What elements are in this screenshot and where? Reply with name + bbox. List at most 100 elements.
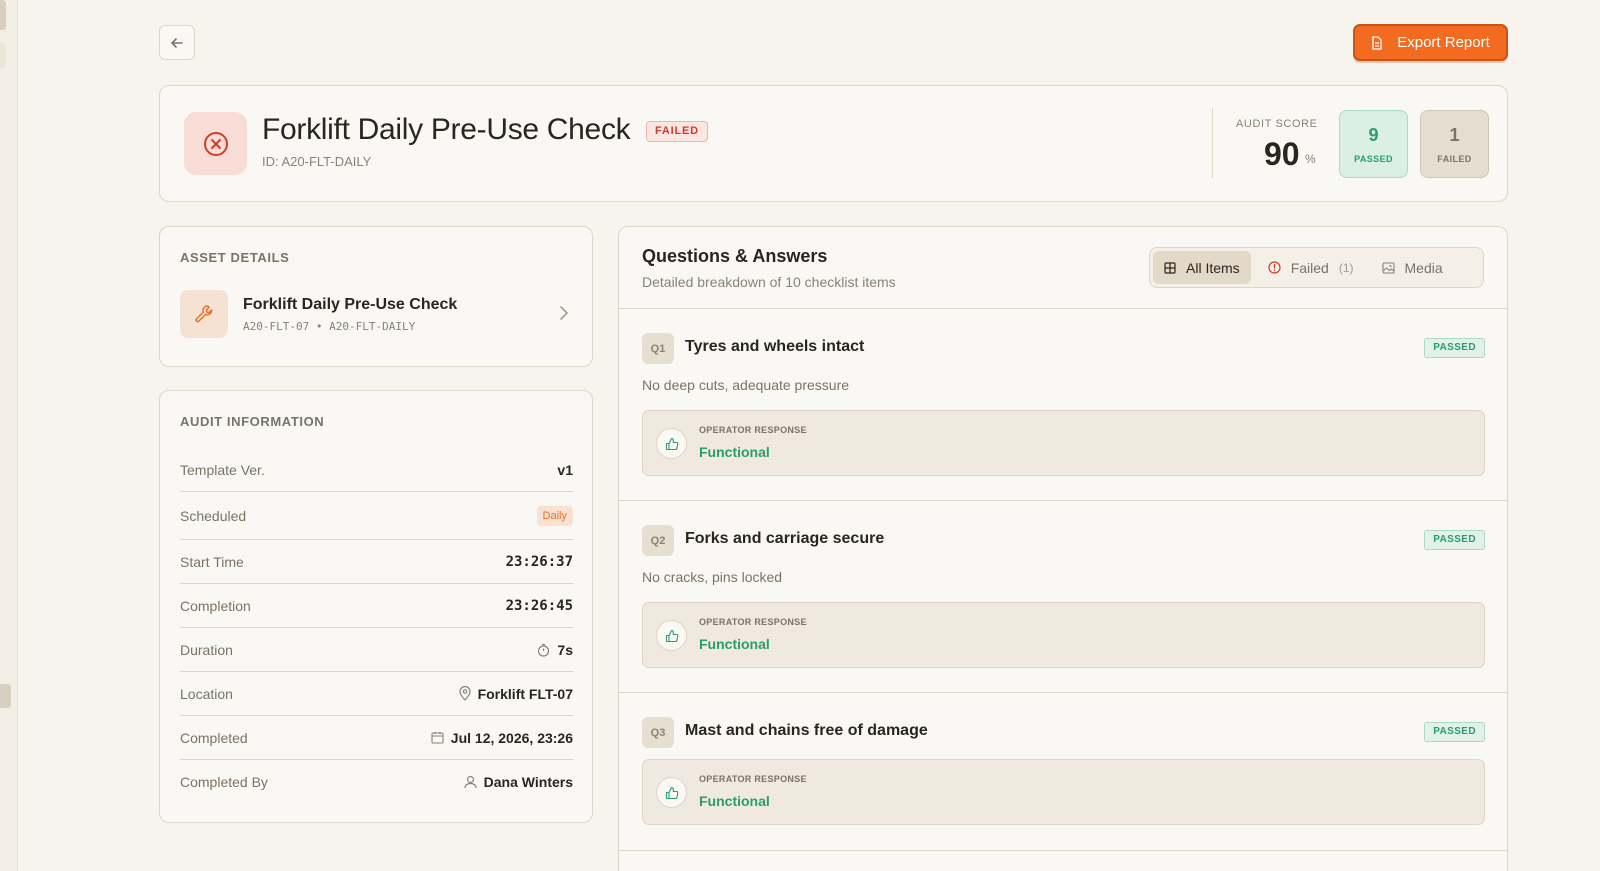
thumbs-up-icon <box>656 620 687 651</box>
response-label: OPERATOR RESPONSE <box>699 774 807 784</box>
info-key: Template Ver. <box>180 461 265 478</box>
info-row-duration: Duration 7s <box>180 628 573 672</box>
response-value: Functional <box>699 636 770 652</box>
qa-subtitle: Detailed breakdown of 10 checklist items <box>642 274 896 290</box>
grid-icon <box>1164 261 1176 274</box>
question-number: Q3 <box>642 717 674 748</box>
passed-label: PASSED <box>1354 153 1393 164</box>
qa-title: Questions & Answers <box>642 246 828 266</box>
response-label: OPERATOR RESPONSE <box>699 425 807 435</box>
divider <box>619 500 1507 501</box>
audit-score-value: 90 <box>1264 136 1300 172</box>
failed-stat: 1 FAILED <box>1420 110 1489 178</box>
audit-id: ID: A20-FLT-DAILY <box>262 154 372 169</box>
asset-icon-badge <box>180 290 228 338</box>
rail-tab[interactable] <box>0 42 6 68</box>
info-key: Location <box>180 685 233 702</box>
info-value: 23:26:37 <box>505 553 573 570</box>
info-value: Jul 12, 2026, 23:26 <box>450 729 573 746</box>
info-key: Completed <box>180 729 248 746</box>
tab-media[interactable]: Media <box>1371 251 1454 284</box>
section-label: ASSET DETAILS <box>180 250 290 265</box>
tab-all-items[interactable]: All Items <box>1153 251 1251 284</box>
failed-count: 1 <box>1449 124 1460 145</box>
divider <box>1212 108 1213 178</box>
tab-failed[interactable]: Failed (1) <box>1257 251 1365 284</box>
question-status-badge: PASSED <box>1424 722 1485 742</box>
operator-response: OPERATOR RESPONSE Functional <box>642 602 1485 668</box>
divider <box>619 692 1507 693</box>
info-value: 23:26:45 <box>505 597 573 614</box>
response-label: OPERATOR RESPONSE <box>699 617 807 627</box>
questions-answers-card: Questions & Answers Detailed breakdown o… <box>618 226 1508 871</box>
wrench-icon <box>195 305 213 323</box>
response-value: Functional <box>699 793 770 809</box>
question-item: Q1 Tyres and wheels intact PASSED No dee… <box>642 333 1485 483</box>
question-status-badge: PASSED <box>1424 530 1485 550</box>
asset-name: Forklift Daily Pre-Use Check <box>243 296 458 313</box>
tab-label: All Items <box>1186 259 1240 276</box>
info-row-location: Location Forklift FLT-07 <box>180 672 573 716</box>
question-number: Q2 <box>642 525 674 556</box>
info-value: v1 <box>557 461 573 478</box>
passed-count: 9 <box>1368 124 1379 145</box>
page-title: Forklift Daily Pre-Use Check <box>262 113 631 146</box>
chevron-right-icon <box>560 306 569 320</box>
status-badge: FAILED <box>646 121 708 142</box>
tab-label: Media <box>1404 259 1443 276</box>
info-key: Scheduled <box>180 507 247 524</box>
calendar-icon <box>431 732 444 744</box>
info-row-template-version: Template Ver. v1 <box>180 448 573 492</box>
question-title: Tyres and wheels intact <box>685 338 865 355</box>
info-key: Completion <box>180 597 251 614</box>
section-label: AUDIT INFORMATION <box>180 414 325 429</box>
thumbs-up-icon <box>656 777 687 808</box>
passed-stat: 9 PASSED <box>1339 110 1408 178</box>
divider <box>619 308 1507 309</box>
thumbs-up-icon <box>656 428 687 459</box>
rail-active-tab[interactable] <box>0 684 11 708</box>
back-button[interactable] <box>159 25 195 60</box>
export-report-button[interactable]: Export Report <box>1353 24 1508 61</box>
status-icon-badge <box>184 112 247 175</box>
image-icon <box>1381 261 1395 274</box>
question-item: Q2 Forks and carriage secure PASSED No c… <box>642 525 1485 675</box>
response-value: Functional <box>699 444 770 460</box>
rail-tab[interactable] <box>0 0 6 30</box>
audit-information-card: AUDIT INFORMATION Template Ver. v1 Sched… <box>159 390 593 823</box>
question-number: Q1 <box>642 333 674 364</box>
divider <box>619 850 1507 851</box>
alert-circle-icon <box>1268 261 1281 274</box>
info-value: 7s <box>557 641 573 658</box>
question-title: Forks and carriage secure <box>685 530 885 547</box>
audit-score-label: AUDIT SCORE <box>1236 118 1318 130</box>
x-circle-icon <box>203 131 228 156</box>
question-title: Mast and chains free of damage <box>685 722 928 739</box>
tab-label: Failed <box>1290 259 1329 276</box>
info-row-completed: Completed Jul 12, 2026, 23:26 <box>180 716 573 760</box>
info-value: Forklift FLT-07 <box>477 685 573 702</box>
operator-response: OPERATOR RESPONSE Functional <box>642 759 1485 825</box>
tab-count: (1) <box>1338 260 1354 275</box>
question-description: No cracks, pins locked <box>642 569 783 585</box>
operator-response: OPERATOR RESPONSE Functional <box>642 410 1485 476</box>
question-item: Q3 Mast and chains free of damage PASSED… <box>642 717 1485 827</box>
stopwatch-icon <box>538 643 550 657</box>
info-value: Dana Winters <box>483 774 573 790</box>
main-content: Export Report Forklift Daily Pre-Use Che… <box>18 0 1600 871</box>
info-key: Start Time <box>180 553 244 570</box>
asset-link[interactable]: Forklift Daily Pre-Use Check A20-FLT-07 … <box>180 290 575 340</box>
info-key: Duration <box>180 641 233 658</box>
asset-details-card: ASSET DETAILS Forklift Daily Pre-Use Che… <box>159 226 593 367</box>
info-row-completion: Completion 23:26:45 <box>180 584 573 628</box>
info-row-completed-by: Completed By Dana Winters <box>180 760 573 804</box>
question-description: No deep cuts, adequate pressure <box>642 377 850 393</box>
schedule-badge: Daily <box>536 505 573 526</box>
info-row-scheduled: Scheduled Daily <box>180 492 573 540</box>
asset-codes: A20-FLT-07 • A20-FLT-DAILY <box>243 320 416 333</box>
export-report-label: Export Report <box>1397 34 1490 51</box>
question-status-badge: PASSED <box>1424 338 1485 358</box>
left-rail <box>0 0 18 871</box>
document-icon <box>1372 35 1382 50</box>
audit-info-list: Template Ver. v1 Scheduled Daily Start T… <box>180 448 573 804</box>
